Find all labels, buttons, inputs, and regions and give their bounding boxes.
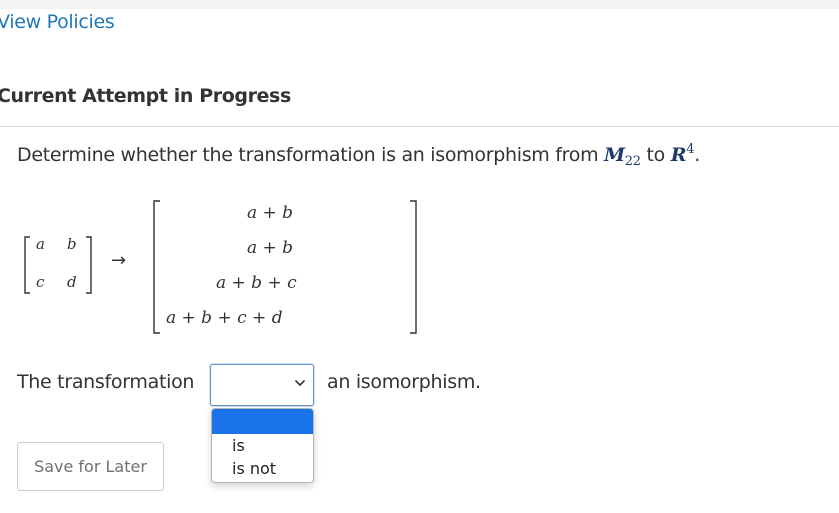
divider <box>0 126 839 127</box>
select-options-list: is is not <box>211 408 314 483</box>
option-is-not[interactable]: is not <box>212 457 313 480</box>
question-prompt: Determine whether the transformation is … <box>17 144 599 166</box>
save-for-later-button[interactable]: Save for Later <box>17 442 164 491</box>
top-band <box>0 0 839 9</box>
matrix-left-bracket <box>24 236 30 294</box>
vector-row: a + b <box>247 238 294 258</box>
matrix-d: d <box>67 273 77 291</box>
vector-row: a + b <box>247 203 294 223</box>
statement-after: an isomorphism. <box>327 371 481 393</box>
option-is[interactable]: is <box>212 434 313 457</box>
option-blank[interactable] <box>212 409 313 434</box>
question-connector: to <box>646 144 665 166</box>
question-text: Determine whether the transformation is … <box>17 142 700 169</box>
isomorphism-select[interactable] <box>210 364 314 406</box>
vector-left-bracket <box>153 200 160 334</box>
matrix-b: b <box>67 235 77 253</box>
matrix-right-bracket <box>86 236 92 294</box>
vector-row: a + b + c + d <box>166 308 283 328</box>
matrix-a: a <box>36 235 45 253</box>
page: View Policies Current Attempt in Progres… <box>0 0 839 513</box>
attempt-heading: Current Attempt in Progress <box>0 85 291 107</box>
matrix-c: c <box>36 273 45 291</box>
space-to: R4 <box>670 142 695 166</box>
chevron-down-icon <box>295 380 305 386</box>
space-from: M22 <box>604 144 641 169</box>
vector-right-bracket <box>410 200 417 334</box>
statement-before: The transformation <box>17 371 195 393</box>
vector-row: a + b + c <box>216 273 297 293</box>
maps-to-arrow: → <box>111 250 127 271</box>
question-period: . <box>694 144 700 166</box>
view-policies-link[interactable]: View Policies <box>0 11 115 33</box>
